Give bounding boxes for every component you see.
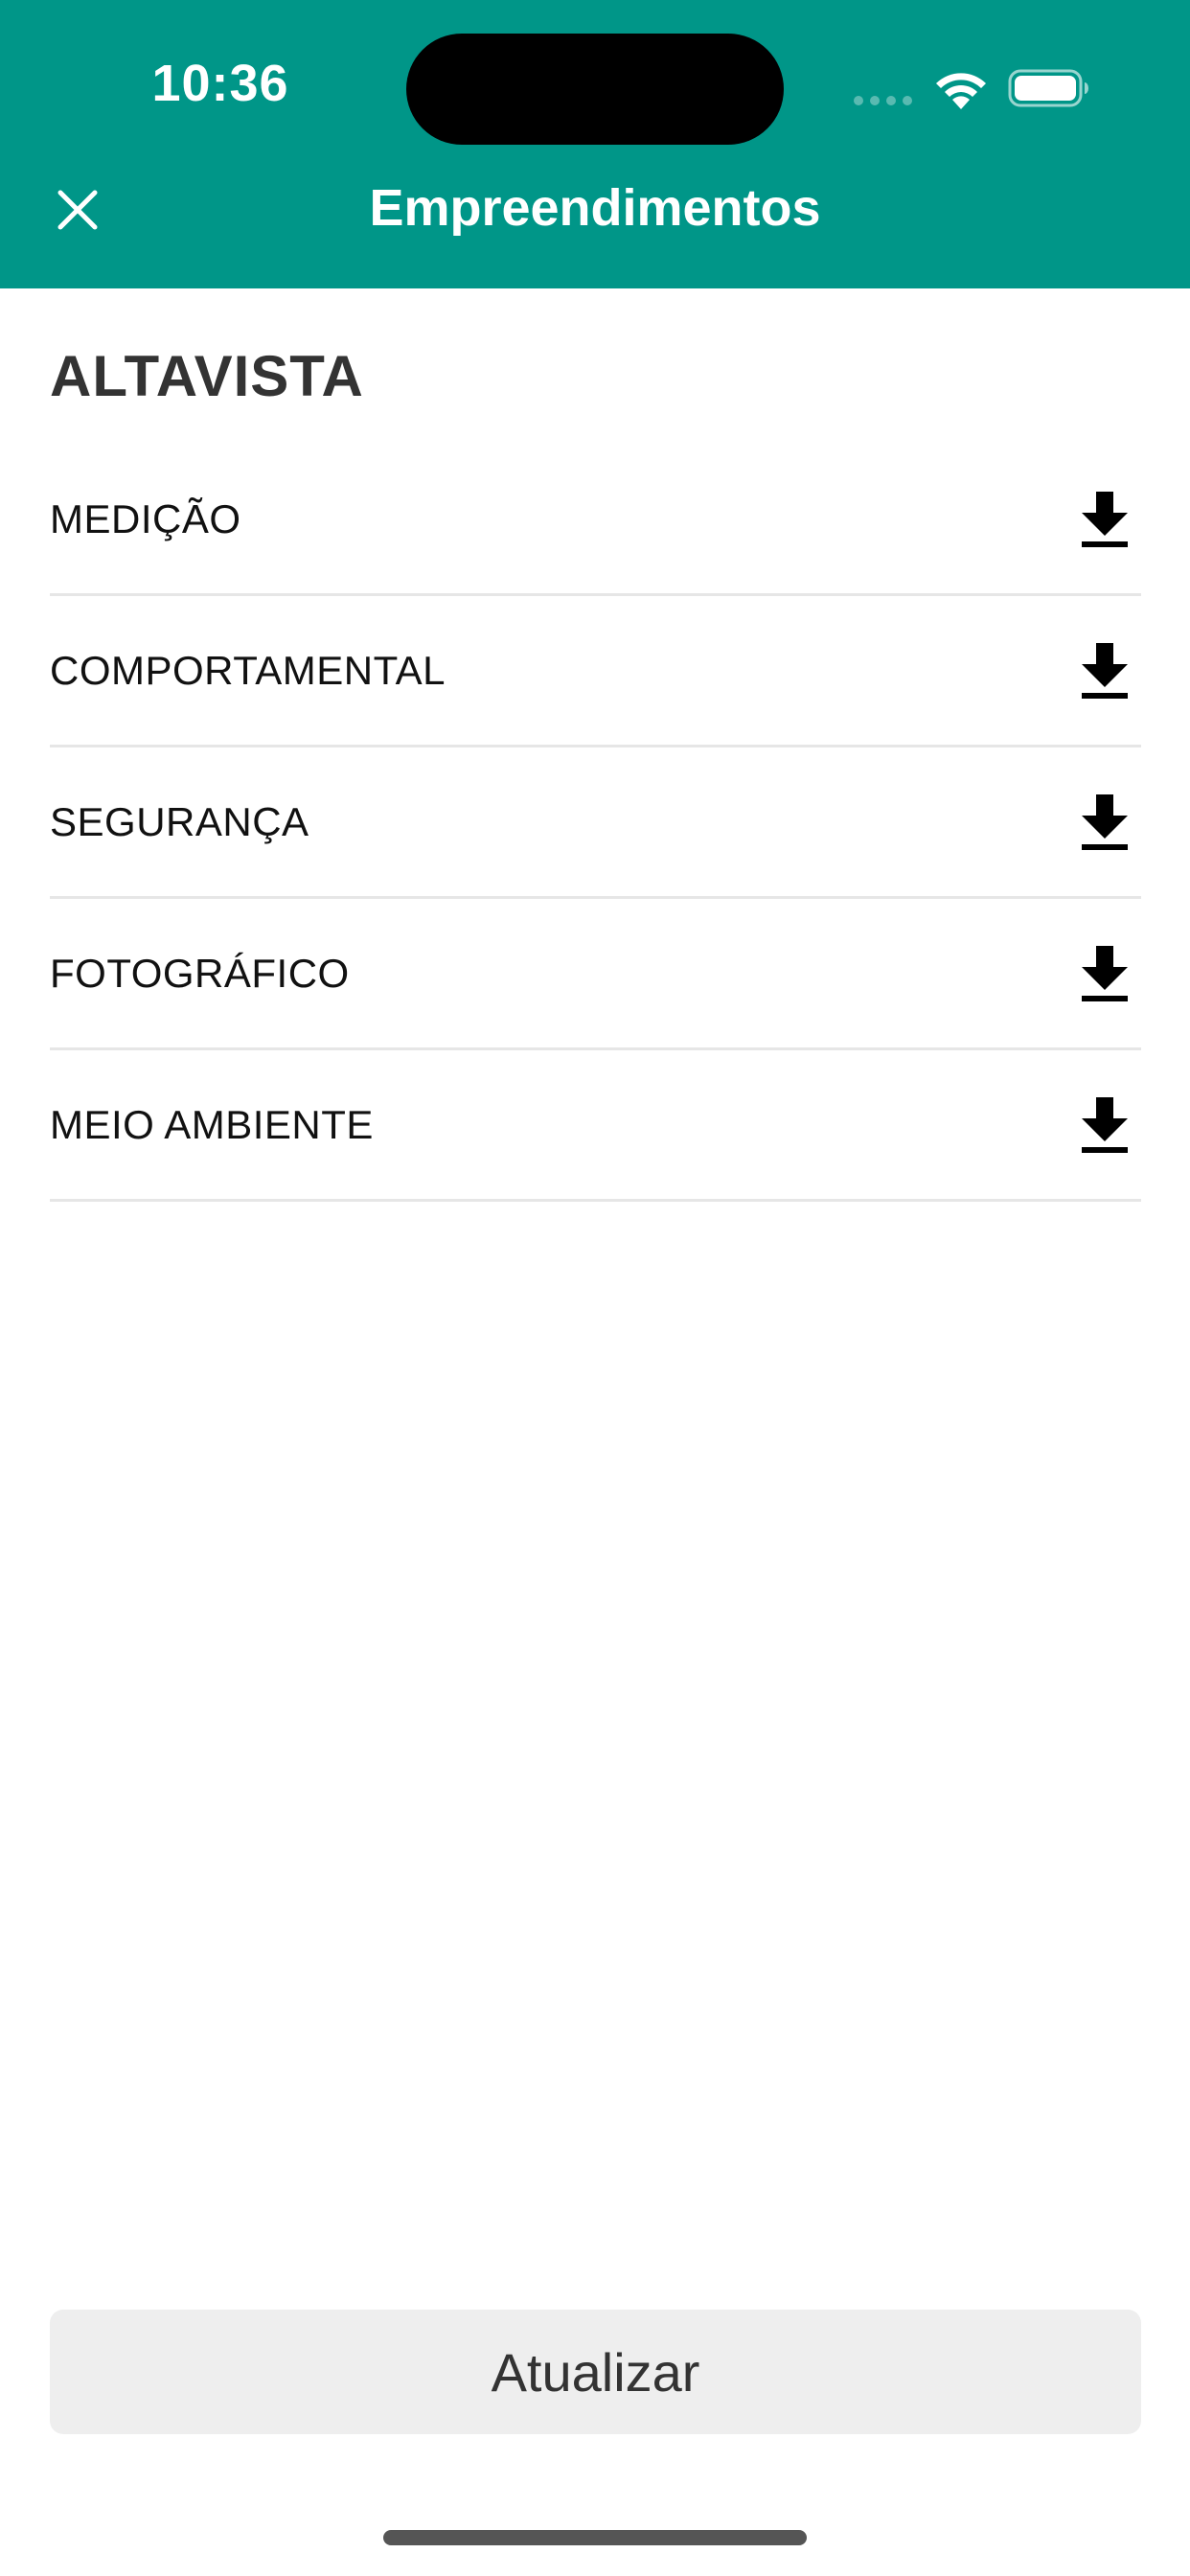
status-time: 10:36 bbox=[151, 55, 289, 112]
list-item-seguranca[interactable]: SEGURANÇA bbox=[50, 748, 1141, 899]
list-item-fotografico[interactable]: FOTOGRÁFICO bbox=[50, 899, 1141, 1050]
list-item-medicao[interactable]: MEDIÇÃO bbox=[50, 445, 1141, 596]
close-icon bbox=[57, 190, 98, 230]
list-item-label: FOTOGRÁFICO bbox=[50, 950, 350, 996]
app-header: 10:36 Empreendimentos bbox=[0, 0, 1190, 288]
download-button[interactable] bbox=[1076, 637, 1133, 704]
dynamic-island bbox=[406, 34, 784, 145]
cellular-signal-icon bbox=[854, 96, 912, 105]
list-item-meio-ambiente[interactable]: MEIO AMBIENTE bbox=[50, 1050, 1141, 1202]
page-title: Empreendimentos bbox=[369, 179, 821, 237]
screen: 10:36 Empreendimentos ALTAVISTA MEDIÇÃO … bbox=[0, 0, 1190, 2576]
download-icon bbox=[1082, 491, 1128, 547]
download-icon bbox=[1082, 1096, 1128, 1153]
list-item-label: MEIO AMBIENTE bbox=[50, 1101, 374, 1147]
download-button[interactable] bbox=[1076, 486, 1133, 553]
home-indicator[interactable] bbox=[383, 2530, 807, 2545]
download-button[interactable] bbox=[1076, 789, 1133, 856]
download-icon bbox=[1082, 945, 1128, 1001]
download-icon bbox=[1082, 642, 1128, 699]
battery-icon bbox=[1008, 69, 1088, 107]
list-item-comportamental[interactable]: COMPORTAMENTAL bbox=[50, 596, 1141, 748]
close-button[interactable] bbox=[44, 176, 111, 243]
download-list: MEDIÇÃO COMPORTAMENTAL SEGURANÇA FOTOGRÁ… bbox=[50, 445, 1141, 1202]
download-button[interactable] bbox=[1076, 940, 1133, 1007]
download-button[interactable] bbox=[1076, 1092, 1133, 1159]
list-item-label: MEDIÇÃO bbox=[50, 495, 241, 541]
list-item-label: COMPORTAMENTAL bbox=[50, 647, 446, 693]
section-title: ALTAVISTA bbox=[50, 344, 364, 408]
refresh-button[interactable]: Atualizar bbox=[50, 2310, 1141, 2434]
wifi-icon bbox=[936, 73, 986, 109]
download-icon bbox=[1082, 794, 1128, 850]
list-item-label: SEGURANÇA bbox=[50, 798, 309, 844]
